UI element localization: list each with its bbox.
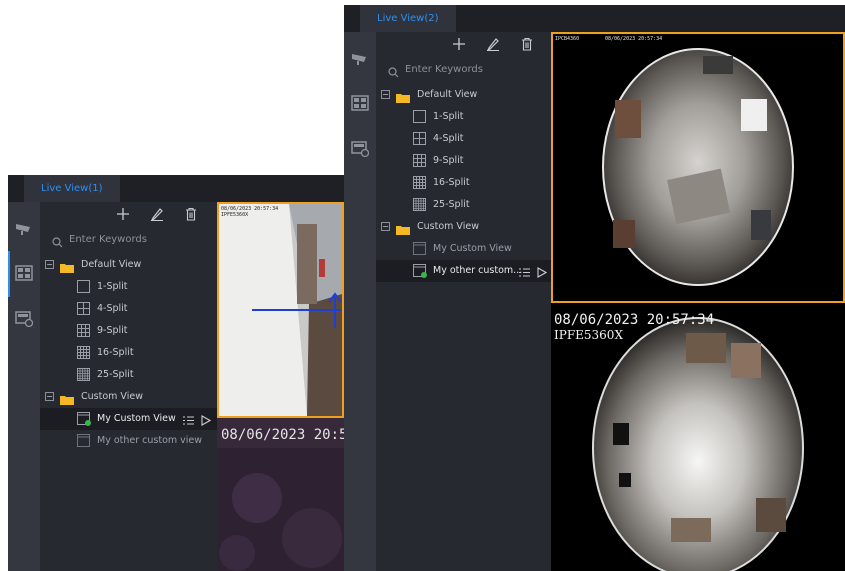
search-input[interactable] [69,231,209,247]
edit-icon[interactable] [149,207,165,223]
side-rail [344,32,376,571]
folder-icon [396,90,410,103]
play-icon[interactable] [200,413,212,426]
tree-node-my-other-custom-view[interactable]: My other custom view [40,430,217,452]
search-input[interactable] [405,61,545,77]
osd-timestamp: 08/06/2023 20:5 [221,427,344,443]
live-view-window-2: Live View(2) Enter Keywords − Default Vi… [344,5,845,571]
side-rail [8,202,40,571]
list-icon[interactable] [183,413,194,425]
tree-node-default-view[interactable]: − Default View [376,84,551,106]
fisheye-feed-image [602,48,794,286]
search-icon [388,63,399,78]
split-16-icon [413,176,426,189]
tab-live-view-1[interactable]: Live View(1) [24,175,120,202]
view-toolbar [376,32,551,58]
osd-timestamp: 08/06/2023 20:57:34 [554,312,715,328]
osd-camera-name: IPFE5360X [221,212,249,218]
tree-node-9-split[interactable]: 9-Split [376,150,551,172]
tree-node-16-split[interactable]: 16-Split [40,342,217,364]
tree-node-25-split[interactable]: 25-Split [40,364,217,386]
folder-icon [60,392,74,405]
tab-bar: Live View(2) [344,5,845,32]
folder-icon [396,222,410,235]
osd-camera-name: IPFE5360X [554,328,623,342]
tree-node-16-split[interactable]: 16-Split [376,172,551,194]
split-4-icon [413,132,426,145]
camera-feed-image [219,204,342,416]
trash-icon[interactable] [519,37,535,53]
play-icon[interactable] [536,265,548,278]
active-indicator [8,251,10,297]
search-icon [52,233,63,248]
split-1-icon [413,110,426,123]
view-tree-panel: − Default View 1-Split 4-Split 9-Split 1… [40,202,217,571]
osd-camera-name: IPCB4360 [555,36,580,42]
tab-bar: Live View(1) [8,175,344,202]
camera-icon[interactable] [351,50,369,66]
camera-tile-1[interactable]: IPCB4360 08/06/2023 20:57:34 [551,32,845,303]
folder-icon [60,260,74,273]
split-25-icon [413,198,426,211]
custom-view-icon [413,242,426,255]
view-tree-panel: − Default View 1-Split 4-Split 9-Split 1… [376,32,551,571]
collapse-toggle[interactable]: − [45,392,54,401]
camera-tile-1[interactable]: 08/06/2023 20:57:34 IPFE5360X [217,202,344,418]
fisheye-feed-image [592,317,804,571]
edit-icon[interactable] [485,37,501,53]
split-9-icon [77,324,90,337]
search-box[interactable] [388,61,548,78]
camera-tile-2[interactable]: 08/06/2023 20:5 [217,418,344,571]
tree-node-1-split[interactable]: 1-Split [40,276,217,298]
grid-icon[interactable] [15,265,33,281]
tree-node-default-view[interactable]: − Default View [40,254,217,276]
tree-node-4-split[interactable]: 4-Split [376,128,551,150]
custom-view-icon [413,264,427,278]
tree-node-my-custom-view[interactable]: My Custom View [376,238,551,260]
search-box[interactable] [52,231,212,248]
add-icon[interactable] [451,37,467,53]
split-16-icon [77,346,90,359]
playback-icon[interactable] [351,141,370,158]
tree-node-9-split[interactable]: 9-Split [40,320,217,342]
custom-view-icon [77,412,91,426]
tab-live-view-2[interactable]: Live View(2) [360,5,456,32]
tree-node-my-custom-view[interactable]: My Custom View [40,408,217,430]
view-toolbar [40,202,217,228]
tree-node-4-split[interactable]: 4-Split [40,298,217,320]
camera-icon[interactable] [15,220,33,236]
add-icon[interactable] [115,207,131,223]
split-9-icon [413,154,426,167]
tree-node-custom-view[interactable]: − Custom View [40,386,217,408]
split-1-icon [77,280,90,293]
custom-view-icon [77,434,90,447]
collapse-toggle[interactable]: − [381,222,390,231]
tree-node-custom-view[interactable]: − Custom View [376,216,551,238]
list-icon[interactable] [519,265,530,277]
tree-node-25-split[interactable]: 25-Split [376,194,551,216]
split-25-icon [77,368,90,381]
osd-timestamp: 08/06/2023 20:57:34 [605,36,663,42]
collapse-toggle[interactable]: − [381,90,390,99]
split-4-icon [77,302,90,315]
tree-node-1-split[interactable]: 1-Split [376,106,551,128]
tree-node-my-other-custom-view[interactable]: My other custom... [376,260,551,282]
grid-icon[interactable] [351,95,369,111]
camera-tile-2[interactable]: 08/06/2023 20:57:34 IPFE5360X [551,303,845,571]
collapse-toggle[interactable]: − [45,260,54,269]
playback-icon[interactable] [15,311,34,328]
live-view-window-1: Live View(1) Enter Keywords − Default Vi… [8,175,344,571]
trash-icon[interactable] [183,207,199,223]
